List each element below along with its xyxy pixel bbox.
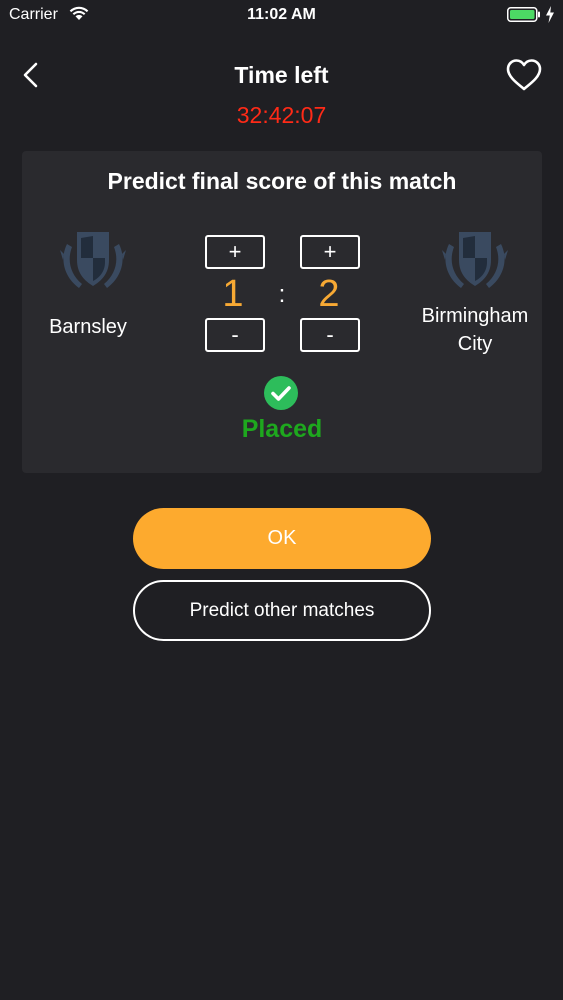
- away-score-decrement-button[interactable]: -: [300, 318, 360, 352]
- ok-button[interactable]: OK: [133, 508, 431, 569]
- card-title: Predict final score of this match: [107, 168, 457, 194]
- charging-bolt-icon: [546, 6, 554, 23]
- prediction-card: Predict final score of this match Barnsl…: [22, 151, 542, 473]
- home-team-crest-icon: [60, 232, 126, 288]
- favorite-heart-icon[interactable]: [505, 58, 543, 92]
- away-team-name-line1: Birmingham: [421, 305, 529, 327]
- predict-other-matches-button[interactable]: Predict other matches: [133, 580, 431, 641]
- check-circle-icon: [264, 376, 298, 410]
- away-team-name: Birmingham City: [405, 302, 545, 358]
- away-score-increment-button[interactable]: +: [300, 235, 360, 269]
- away-team-crest-icon: [442, 232, 508, 288]
- placed-status-label: Placed: [241, 415, 323, 443]
- away-team-name-line2: City: [457, 333, 493, 355]
- away-score-value: 2: [318, 273, 340, 315]
- home-score-increment-button[interactable]: +: [205, 235, 265, 269]
- home-score-decrement-button[interactable]: -: [205, 318, 265, 352]
- battery-icon: [507, 7, 540, 22]
- home-score-value: 1: [222, 273, 244, 315]
- status-bar: Carrier 11:02 AM: [0, 0, 563, 30]
- prediction-screen: Carrier 11:02 AM Time left 32:42:07 Pred…: [0, 0, 563, 1000]
- home-team-name: Barnsley: [49, 316, 127, 338]
- page-title: Time left: [234, 62, 329, 88]
- score-separator: :: [278, 281, 286, 308]
- status-time: 11:02 AM: [247, 6, 316, 23]
- countdown-timer: 32:42:07: [236, 102, 327, 128]
